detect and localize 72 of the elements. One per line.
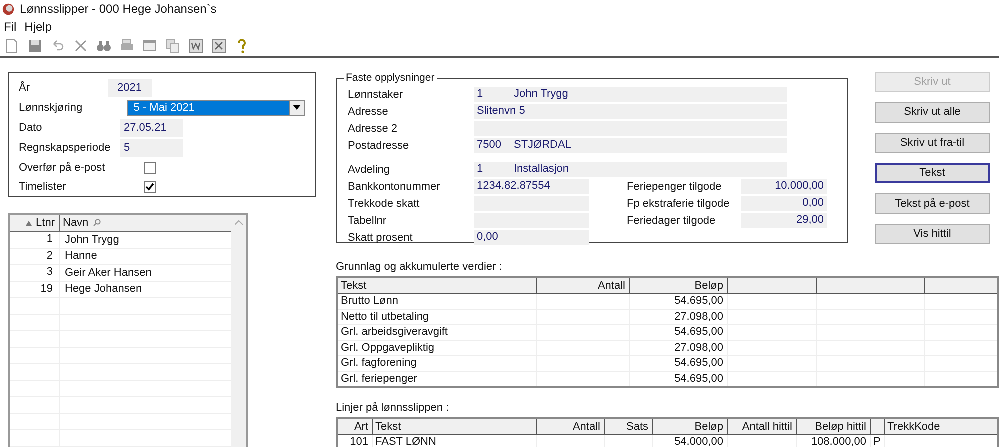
- column-header[interactable]: Antall hittil: [727, 418, 796, 434]
- value-field: 10.000,00: [741, 179, 827, 194]
- field-label: Fp ekstraferie tilgode: [627, 198, 731, 210]
- column-header[interactable]: Art: [337, 418, 372, 434]
- field-label: Trekkode skatt: [348, 198, 421, 210]
- value-field: 7500: [474, 138, 511, 153]
- employee-row[interactable]: 3 Geir Aker Hansen: [10, 265, 231, 282]
- value-field: Slitenvn 5: [474, 104, 787, 119]
- field-label: Overfør på e-post: [19, 162, 106, 174]
- table-cell: Netto til utbetaling: [337, 309, 536, 324]
- employee-row[interactable]: 19 Hege Johansen: [10, 282, 231, 298]
- value-field: 1: [474, 162, 511, 177]
- table-title: Grunnlag og akkumulerte verdier :: [336, 261, 504, 273]
- column-header[interactable]: Beløp: [652, 418, 727, 434]
- field-label: Feriedager tilgode: [627, 214, 717, 226]
- column-header[interactable]: Antall: [536, 418, 604, 434]
- field-label: Feriepenger tilgode: [627, 180, 723, 192]
- table-cell: 54.695,00: [629, 324, 727, 340]
- value-field: 1: [474, 87, 511, 102]
- table-title: Linjer på lønnsslippen :: [336, 402, 450, 414]
- table-cell: 54.695,00: [629, 294, 727, 309]
- table-cell: 54.695,00: [629, 356, 727, 371]
- value-field: Installasjon: [511, 162, 787, 177]
- action-button[interactable]: Skriv ut fra-til: [875, 132, 990, 153]
- field-label: Timelister: [19, 181, 68, 194]
- table-cell: Grl. fagforening: [337, 356, 536, 371]
- menu-item[interactable]: Fil: [4, 20, 17, 34]
- action-button[interactable]: Tekst på e-post: [875, 193, 990, 214]
- action-button[interactable]: Vis hittil: [875, 224, 990, 244]
- column-header[interactable]: Antall: [536, 277, 629, 294]
- column-header[interactable]: Sats: [604, 418, 652, 434]
- field-label: År: [19, 82, 31, 94]
- run-dropdown[interactable]: 5 - Mai 2021: [126, 100, 305, 116]
- table-cell: Brutto Lønn: [337, 294, 536, 309]
- employee-row[interactable]: 2 Hanne: [10, 248, 231, 265]
- table-cell: 27.098,00: [629, 340, 727, 356]
- column-header[interactable]: Tekst: [337, 277, 536, 294]
- field-label: Lønnstaker: [348, 88, 404, 100]
- table-cell: Grl. Oppgavepliktig: [337, 340, 536, 356]
- window-title: Lønnsslipper - 000 Hege Johansen`s: [20, 2, 217, 16]
- field-label: Postadresse: [348, 140, 410, 152]
- field-label: Lønnskjøring: [19, 102, 84, 114]
- field-label: Tabellnr: [348, 214, 388, 226]
- value-field: 1234.82.87554: [474, 179, 589, 194]
- action-button[interactable]: Tekst: [875, 162, 990, 184]
- field-label: Adresse: [348, 106, 390, 118]
- value-field: 0,00: [474, 230, 589, 245]
- field-label: Dato: [19, 122, 44, 134]
- table-cell: Grl. arbeidsgiveravgift: [337, 324, 536, 340]
- table-cell: 27.098,00: [629, 309, 727, 324]
- field-label: Regnskapsperiode: [19, 142, 112, 154]
- menu-item[interactable]: Hjelp: [24, 20, 52, 34]
- value-field: STJØRDAL: [511, 138, 787, 153]
- value-field: 2021: [108, 79, 152, 97]
- value-field: John Trygg: [511, 87, 787, 102]
- column-header[interactable]: Beløp: [629, 277, 727, 294]
- column-header[interactable]: Ltnr: [10, 215, 60, 231]
- value-field: 29,00: [741, 213, 827, 228]
- group-title: Faste opplysninger: [345, 72, 436, 84]
- column-header[interactable]: Navn: [60, 215, 231, 231]
- column-header[interactable]: TrekkKode: [884, 418, 998, 434]
- value-field: 5: [120, 138, 183, 157]
- field-label: Avdeling: [348, 164, 391, 176]
- field-label: Adresse 2: [348, 122, 399, 134]
- column-header[interactable]: Beløp hittil: [796, 418, 870, 434]
- value-field: 27.05.21: [120, 118, 183, 137]
- field-label: Skatt prosent: [348, 232, 414, 244]
- field-label: Bankkontonummer: [348, 180, 442, 192]
- action-button[interactable]: Skriv ut alle: [875, 102, 990, 123]
- value-field: 0,00: [741, 196, 827, 211]
- employee-row[interactable]: 1 John Trygg: [10, 232, 231, 248]
- column-header[interactable]: Tekst: [372, 418, 536, 434]
